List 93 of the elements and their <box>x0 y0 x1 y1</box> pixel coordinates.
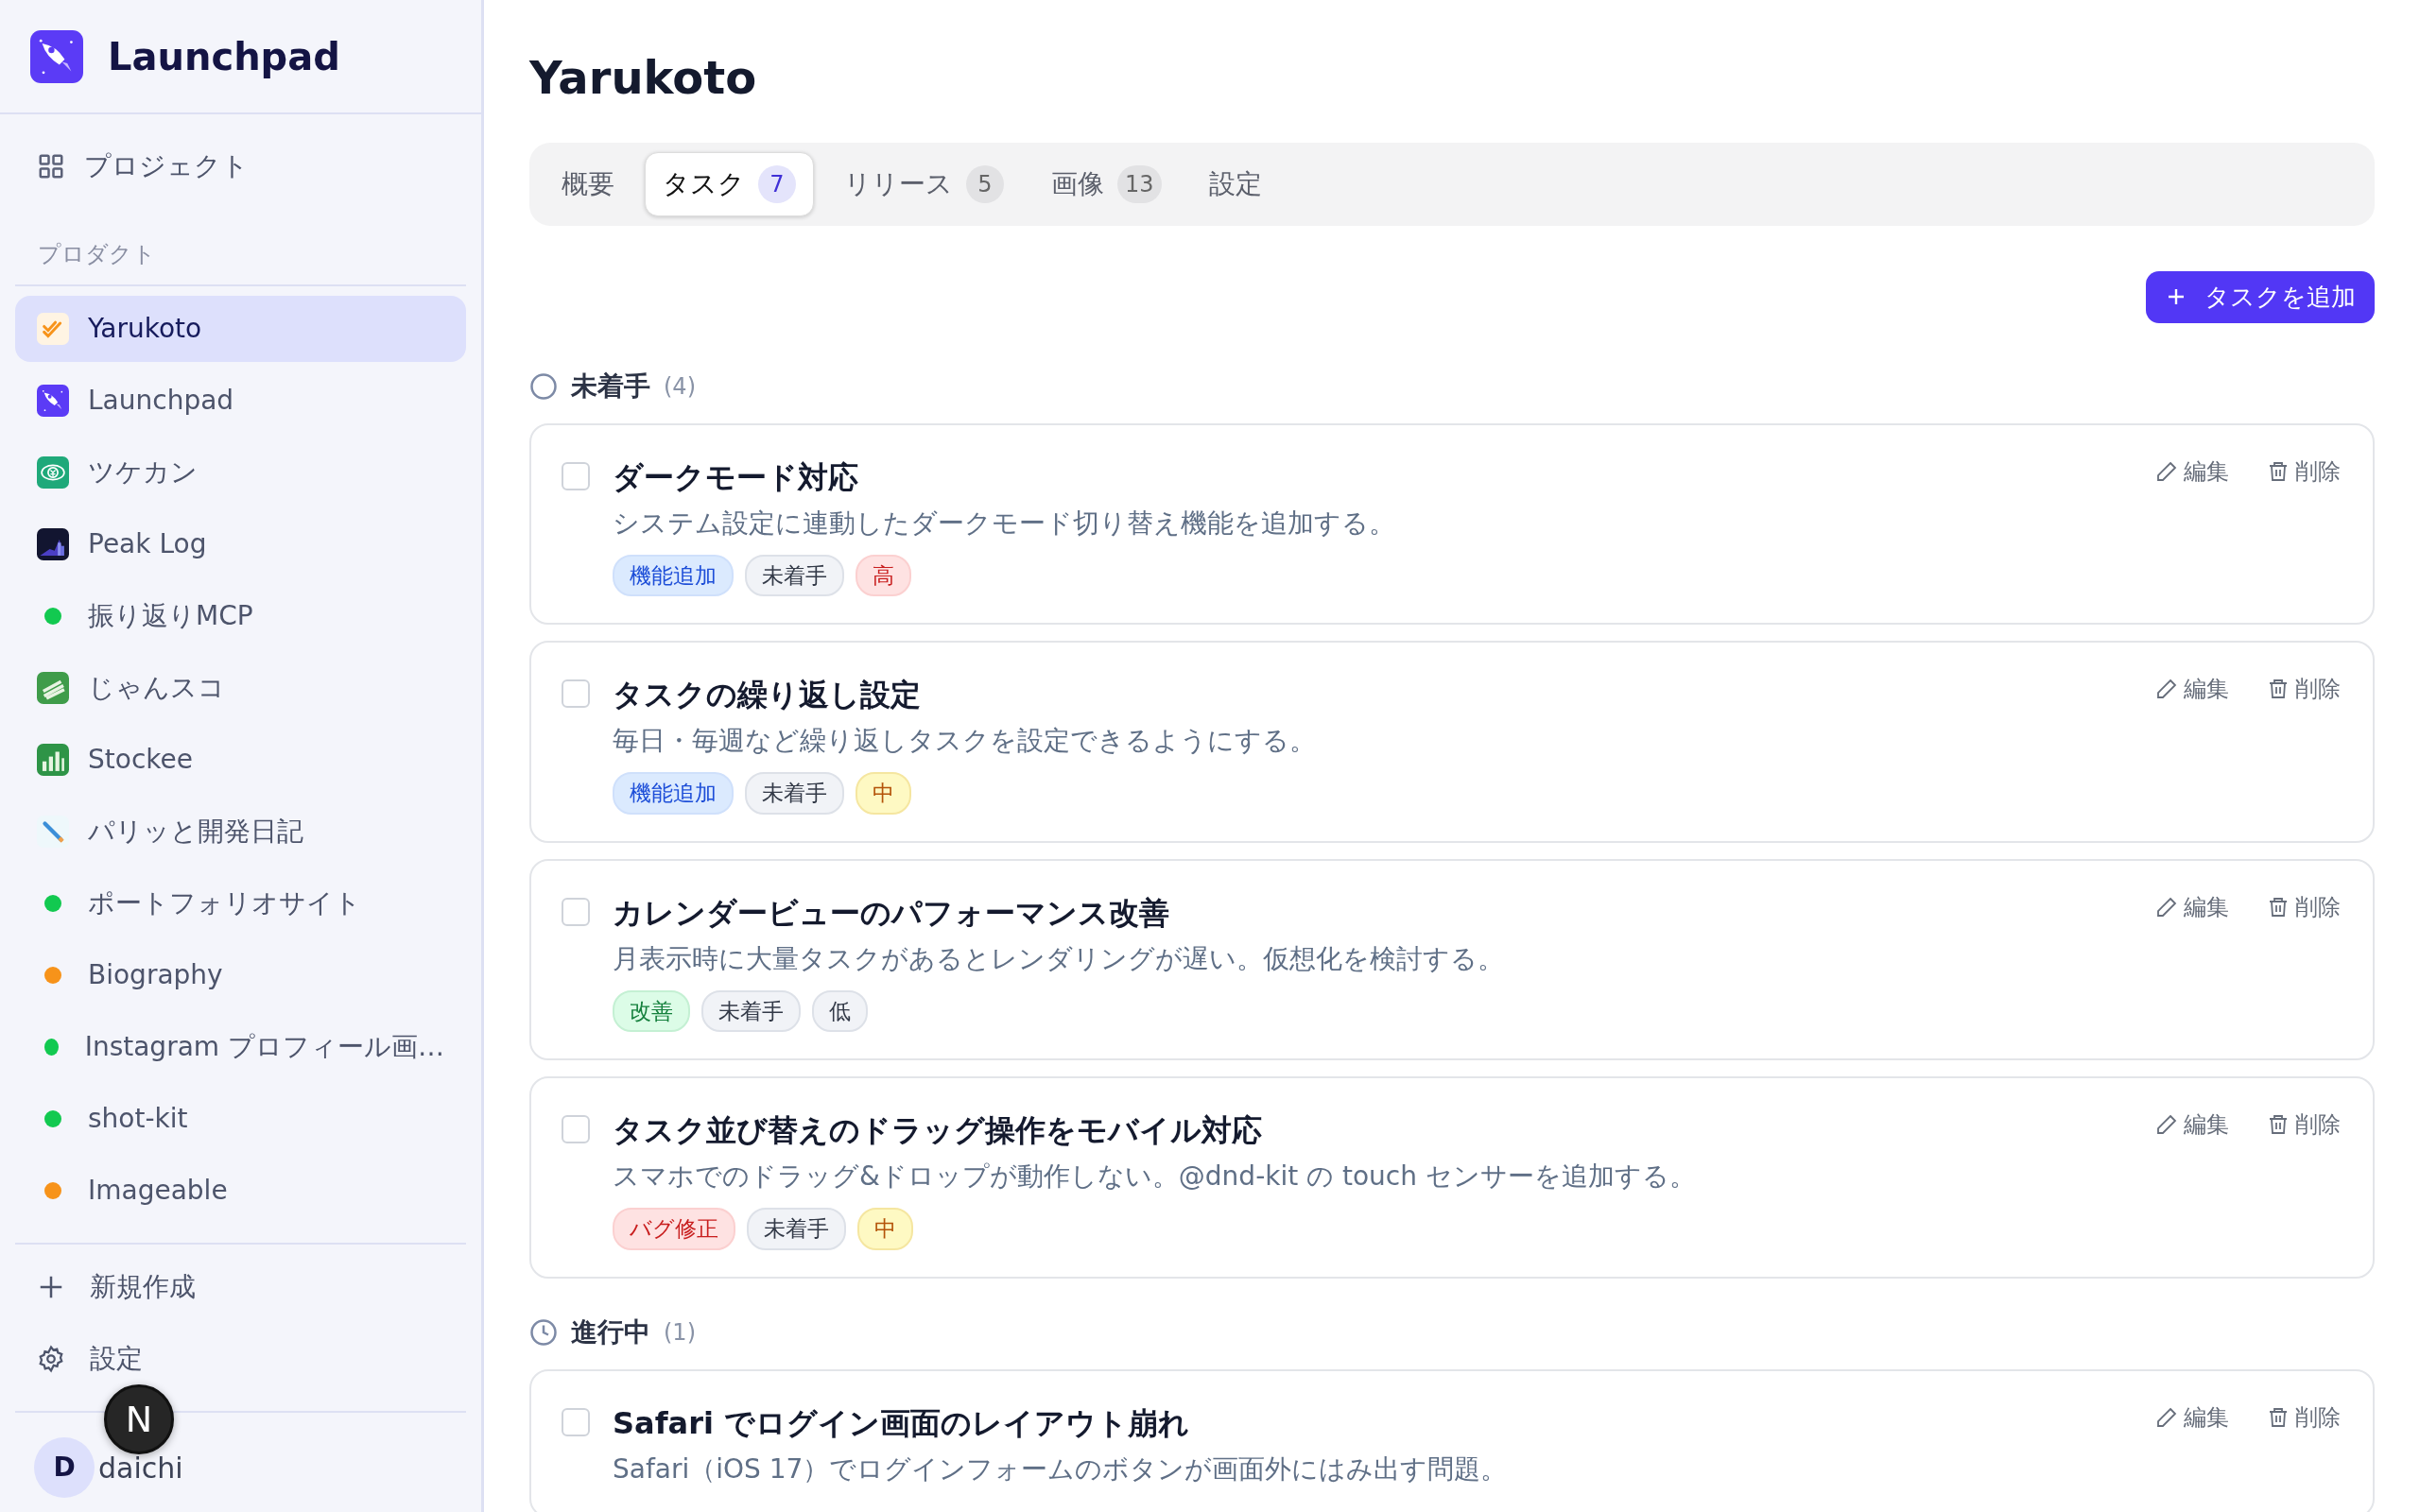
task-checkbox[interactable] <box>562 461 590 490</box>
edit-button[interactable]: 編集 <box>2155 672 2229 707</box>
task-description: Safari（iOS 17）でログインフォームのボタンが画面外にはみ出す問題。 <box>613 1452 1509 1486</box>
pencil-icon <box>2155 678 2178 701</box>
brand-name: Launchpad <box>108 33 340 80</box>
product-item[interactable]: じゃんスコ <box>15 655 466 721</box>
count-badge: 7 <box>758 164 796 203</box>
settings-icon <box>37 1345 65 1373</box>
tag: 機能追加 <box>613 772 734 815</box>
group-title: 進行中 <box>571 1314 650 1349</box>
product-item[interactable]: Biography <box>15 942 466 1008</box>
task-title: ダークモード対応 <box>613 457 859 497</box>
product-item[interactable]: Instagram プロフィール画… <box>15 1014 466 1080</box>
product-item[interactable]: Stockee <box>15 727 466 793</box>
edit-button[interactable]: 編集 <box>2155 889 2229 924</box>
page-title: Yarukoto <box>529 50 758 106</box>
pencil-icon <box>2155 895 2178 919</box>
app-icon <box>37 528 69 560</box>
group-count: (4) <box>664 371 696 402</box>
tag: 低 <box>812 989 868 1033</box>
dev-indicator-button[interactable]: N <box>104 1384 174 1454</box>
tag: 未着手 <box>747 1208 846 1250</box>
new-project-link[interactable]: 新規作成 <box>15 1254 466 1320</box>
task-checkbox[interactable] <box>562 897 590 926</box>
tag: 機能追加 <box>613 554 734 597</box>
task-description: 月表示時に大量タスクがあるとレンダリングが遅い。仮想化を検討する。 <box>613 941 1505 976</box>
tag: 中 <box>857 1208 913 1250</box>
product-item[interactable]: 振り返りMCP <box>15 583 466 649</box>
task-title: カレンダービューのパフォーマンス改善 <box>613 893 1170 933</box>
product-item[interactable]: Peak Log <box>15 511 466 577</box>
grid-icon <box>37 152 65 180</box>
trash-icon <box>2267 1113 2290 1137</box>
clock-icon <box>529 1317 558 1347</box>
tab[interactable]: 概要 <box>544 151 631 216</box>
product-item[interactable]: Launchpad <box>15 368 466 434</box>
user-avatar: D <box>34 1437 95 1498</box>
product-item[interactable]: shot-kit <box>15 1086 466 1152</box>
tag: 高 <box>856 554 911 597</box>
pencil-icon <box>2155 1113 2178 1137</box>
group-count: (1) <box>664 1317 696 1348</box>
tab[interactable]: リリース 5 <box>827 151 1021 216</box>
count-badge: 13 <box>1117 164 1162 203</box>
task-checkbox[interactable] <box>562 679 590 709</box>
task-checkbox[interactable] <box>562 1407 590 1436</box>
task-checkbox[interactable] <box>562 1115 590 1144</box>
tag: 中 <box>856 772 911 815</box>
app-icon <box>37 385 69 417</box>
product-item[interactable]: Yarukoto <box>15 296 466 362</box>
task-title: Safari でログイン画面のレイアウト崩れ <box>613 1403 1191 1443</box>
product-item[interactable]: ポートフォリオサイト <box>15 870 466 936</box>
app-icon <box>37 313 69 345</box>
delete-button[interactable]: 削除 <box>2267 454 2341 489</box>
edit-button[interactable]: 編集 <box>2155 454 2229 489</box>
count-badge: 5 <box>966 164 1004 203</box>
pencil-icon <box>2155 459 2178 483</box>
task-title: タスク並び替えのドラッグ操作をモバイル対応 <box>613 1111 1263 1151</box>
delete-button[interactable]: 削除 <box>2267 1400 2341 1435</box>
edit-button[interactable]: 編集 <box>2155 1400 2229 1435</box>
trash-icon <box>2267 678 2290 701</box>
nav-label: プロジェクト <box>84 149 249 183</box>
tab[interactable]: 設定 <box>1191 151 1279 216</box>
task-description: 毎日・毎週など繰り返しタスクを設定できるようにする。 <box>613 724 1317 759</box>
tag: 未着手 <box>701 989 801 1033</box>
trash-icon <box>2267 459 2290 483</box>
tag: 未着手 <box>745 554 844 597</box>
app-icon <box>37 672 69 704</box>
task-title: タスクの繰り返し設定 <box>613 676 922 715</box>
product-item[interactable]: パリッと開発日記 <box>15 799 466 865</box>
section-label: プロダクト <box>37 240 157 269</box>
app-icon <box>37 816 69 848</box>
trash-icon <box>2267 895 2290 919</box>
tab[interactable]: 画像 13 <box>1034 151 1179 216</box>
circle-icon <box>529 371 558 401</box>
delete-button[interactable]: 削除 <box>2267 1108 2341 1143</box>
group-title: 未着手 <box>571 369 650 404</box>
tag: 改善 <box>613 989 690 1033</box>
pencil-icon <box>2155 1405 2178 1429</box>
app-icon <box>37 744 69 776</box>
projects-link[interactable]: プロジェクト <box>15 133 466 199</box>
task-description: システム設定に連動したダークモード切り替え機能を追加する。 <box>613 506 1396 541</box>
rocket-logo-icon <box>30 29 83 83</box>
delete-button[interactable]: 削除 <box>2267 672 2341 707</box>
task-description: スマホでのドラッグ&ドロップが動作しない。@dnd-kit の touch センサーを追加する。 <box>613 1160 1697 1194</box>
tab[interactable]: タスク 7 <box>645 151 814 216</box>
trash-icon <box>2267 1405 2290 1429</box>
add-task-button[interactable]: タスクを追加 <box>2146 270 2375 323</box>
product-item[interactable]: Imageable <box>15 1158 466 1224</box>
edit-button[interactable]: 編集 <box>2155 1108 2229 1143</box>
tag: バグ修正 <box>613 1208 735 1250</box>
app-icon <box>37 456 69 489</box>
product-item[interactable]: ツケカン <box>15 439 466 506</box>
tag: 未着手 <box>745 772 844 815</box>
delete-button[interactable]: 削除 <box>2267 889 2341 924</box>
